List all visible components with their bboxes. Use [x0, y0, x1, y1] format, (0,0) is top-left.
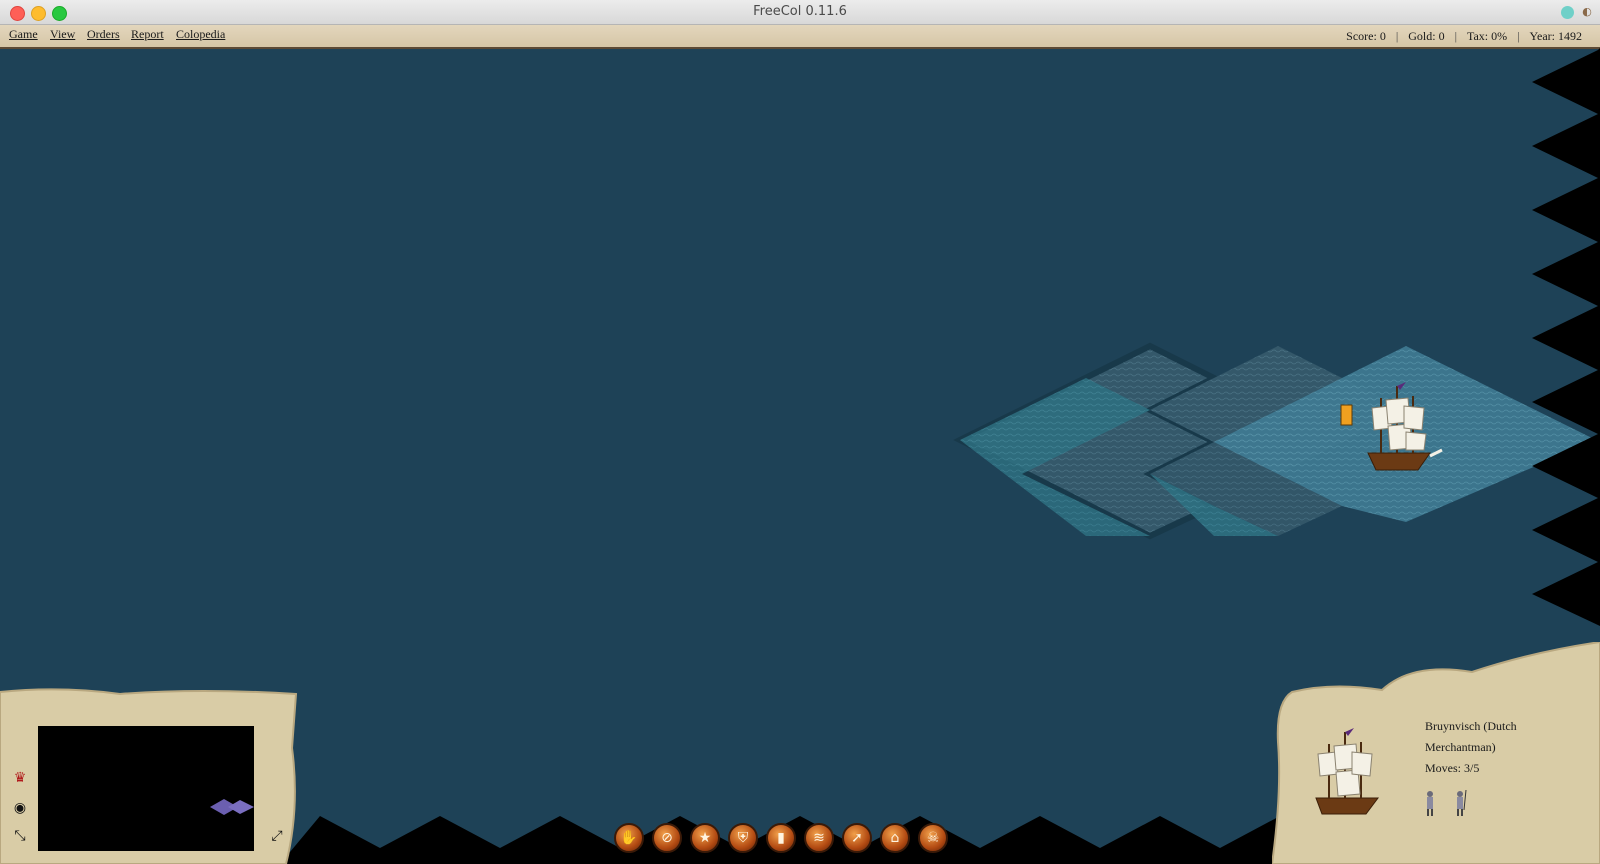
sentry-icon[interactable]: ▮: [766, 823, 796, 853]
unit-moves: Moves: 3/5: [1425, 761, 1480, 775]
explored-tiles: [953, 342, 1596, 540]
unit-name: Bruynvisch (Dutch Merchantman): [1425, 719, 1517, 754]
passenger-units: [1427, 789, 1467, 816]
plow-icon[interactable]: ≋: [804, 823, 834, 853]
minimap-explored-marker: [210, 799, 254, 815]
no-order-icon[interactable]: ⊘: [652, 823, 682, 853]
menu-view[interactable]: View: [50, 27, 75, 42]
eye-icon[interactable]: ◉: [9, 798, 31, 818]
expand-icon[interactable]: ⤢: [266, 826, 288, 846]
app-tray-icon: ◐: [1582, 5, 1592, 18]
minimap[interactable]: [38, 726, 254, 851]
gold-label: Gold: 0: [1408, 29, 1445, 43]
build-colony-icon[interactable]: ⌂: [880, 823, 910, 853]
status-area: Score: 0 | Gold: 0 | Tax: 0% | Year: 149…: [1336, 29, 1592, 44]
fortify-shield-icon[interactable]: ⛨: [728, 823, 758, 853]
hand-icon[interactable]: ✋: [614, 823, 644, 853]
disband-skull-icon[interactable]: ☠: [918, 823, 948, 853]
colonist-soldier-icon: [1457, 789, 1467, 816]
score-label: Score: 0: [1346, 29, 1386, 43]
menu-game[interactable]: Game: [9, 27, 38, 42]
menu-colopedia[interactable]: Colopedia: [176, 27, 225, 42]
window-title: FreeCol 0.11.6: [753, 4, 847, 19]
road-icon[interactable]: ➚: [842, 823, 872, 853]
colonist-soldier-icon: [1427, 791, 1433, 816]
star-icon[interactable]: ★: [690, 823, 720, 853]
year-label: Year: 1492: [1529, 29, 1582, 43]
unit-state-flag: [1340, 404, 1353, 426]
order-button-bar: ✋ ⊘ ★ ⛨ ▮ ≋ ➚ ⌂ ☠: [614, 823, 948, 853]
status-dot-icon: [1561, 6, 1574, 19]
selected-ship-portrait: [1315, 728, 1379, 815]
tax-label: Tax: 0%: [1466, 29, 1508, 43]
menu-bar: Game View Orders Report Colopedia Score:…: [0, 25, 1600, 49]
map-edge-right: [1532, 48, 1600, 626]
crown-icon[interactable]: ♛: [9, 768, 31, 788]
window-titlebar: FreeCol 0.11.6 ◐: [0, 0, 1600, 25]
menu-orders[interactable]: Orders: [87, 27, 120, 42]
shrink-icon[interactable]: ⤡: [9, 826, 31, 846]
menu-report[interactable]: Report: [131, 27, 164, 42]
unit-info: Bruynvisch (Dutch Merchantman) Moves: 3/…: [1425, 716, 1585, 779]
